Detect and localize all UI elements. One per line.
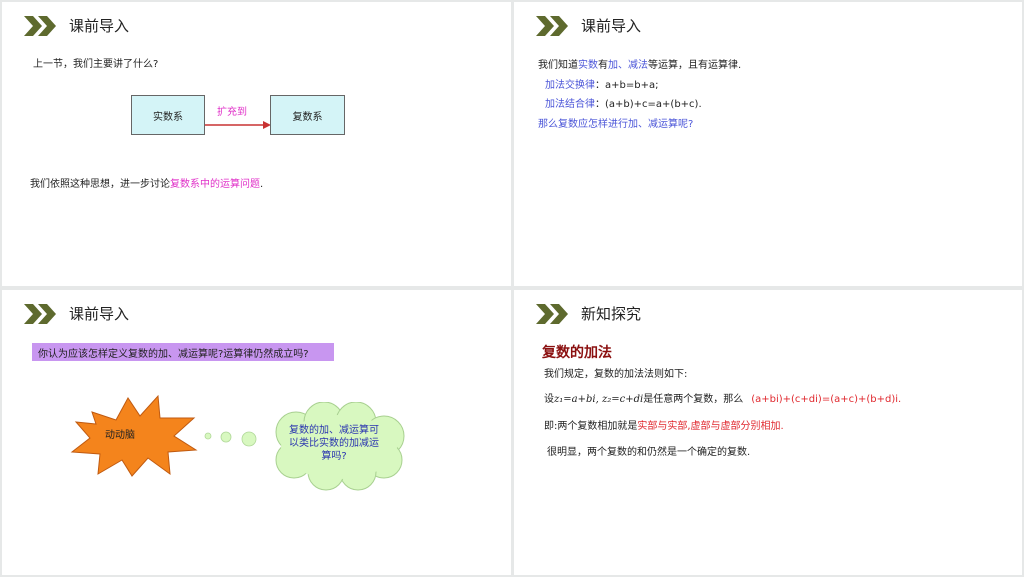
slide-4: 新知探究 复数的加法 我们规定，复数的加法法则如下: 设z₁=a+bi, z₂=… [514,290,1022,575]
commutative-label: 加法交换律 [545,80,595,91]
associative-label: 加法结合律 [545,99,595,110]
double-chevron-icon [536,16,568,36]
question-banner: 你认为应该怎样定义复数的加、减运算呢?运算律仍然成立吗? [32,343,334,361]
arrow-label: 扩充到 [217,107,247,118]
slide-title: 课前导入 [69,305,130,323]
rule-explanation: 即:两个复数相加就是实部与实部,虚部与虚部分别相加. [544,420,784,434]
explain-prefix: 即:两个复数相加就是 [544,421,638,432]
associative-law: 加法结合律：(a+b)+c=a+(b+c). [545,98,702,112]
summary-highlight: 复数系中的运算问题 [170,179,260,190]
commutative-law: 加法交换律：a+b=b+a; [545,79,658,93]
intro-ops: 加、减法 [608,60,648,71]
conclusion-text: 很明显，两个复数的和仍然是一个确定的复数. [547,447,751,458]
double-chevron-icon [24,16,56,36]
intro-line: 我们知道实数有加、减法等运算，且有运算律. [538,59,741,73]
commutative-formula: ：a+b=b+a; [595,80,659,91]
intro-real: 实数 [578,60,598,71]
double-chevron-icon [536,304,568,324]
summary-text: 我们依照这种思想，进一步讨论复数系中的运算问题. [30,178,263,192]
explain-highlight: 实部与实部,虚部与虚部分别相加. [637,421,784,432]
def-prefix: 设 [544,394,554,405]
burst-label: 动动脑 [105,430,135,441]
rule-intro: 我们规定，复数的加法法则如下: [544,369,688,380]
cloud-text: 复数的加、减运算可以类比实数的加减运算吗? [289,425,379,462]
real-number-box: 实数系 [131,95,205,135]
def-vars: z₁=a+bi, z₂=c+di [554,394,644,405]
associative-formula: ：(a+b)+c=a+(b+c). [595,99,702,110]
slide-title: 课前导入 [69,17,130,35]
question-text: 那么复数应怎样进行加、减运算呢? [538,119,694,130]
intro-c: 有 [598,60,608,71]
slide-title: 新知探究 [581,305,642,323]
def-mid: 是任意两个复数，那么 [643,394,744,405]
slide-title: 课前导入 [581,17,642,35]
slide-3: 课前导入 你认为应该怎样定义复数的加、减运算呢?运算律仍然成立吗? 动动脑 复数… [2,290,511,575]
slide-1: 课前导入 上一节，我们主要讲了什么? 实数系 扩充到 复数系 我们依照这种思想，… [2,2,511,286]
summary-suffix: . [260,179,264,190]
summary-prefix: 我们依照这种思想，进一步讨论 [30,179,170,190]
question-text: 上一节，我们主要讲了什么? [33,59,159,70]
rule-definition: 设z₁=a+bi, z₂=c+di是任意两个复数，那么 (a+bi)+(c+di)… [544,393,901,407]
addition-formula: (a+bi)+(c+di)=(a+c)+(b+d)i. [751,394,902,405]
slide-2: 课前导入 我们知道实数有加、减法等运算，且有运算律. 加法交换律：a+b=b+a… [514,2,1022,286]
intro-a: 我们知道 [538,60,578,71]
section-heading: 复数的加法 [542,345,612,361]
thought-bubbles [204,431,257,447]
complex-number-box: 复数系 [270,95,345,135]
right-arrow-icon [205,121,271,129]
double-chevron-icon [24,304,56,324]
intro-e: 等运算，且有运算律. [648,60,742,71]
